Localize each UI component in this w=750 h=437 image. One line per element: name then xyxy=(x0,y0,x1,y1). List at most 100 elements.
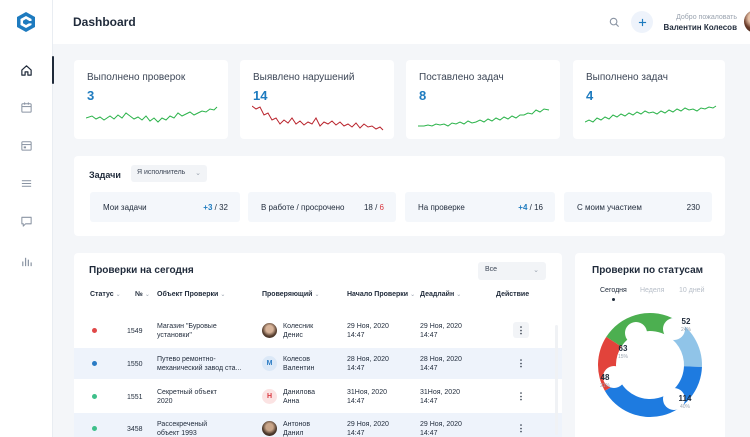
chat-icon xyxy=(21,216,32,227)
task-tile-my-tasks[interactable]: Мои задачи +3 / 32 xyxy=(90,192,240,222)
status-chart-title: Проверки по статусам xyxy=(592,265,704,276)
tasks-title: Задачи xyxy=(89,170,121,180)
task-tile-label: В работе / просрочено xyxy=(261,203,345,212)
active-tab-indicator xyxy=(612,298,615,301)
reviewer-avatar: Н xyxy=(262,389,277,404)
top-header: Dashboard Добро пожаловать Валентин Коле… xyxy=(53,0,750,44)
column-header-action: Действие xyxy=(496,291,530,298)
sidebar-item-messages[interactable] xyxy=(0,203,53,239)
stat-label: Выявлено нарушений xyxy=(253,72,355,83)
stat-card-completed-checks[interactable]: Выполнено проверок 3 xyxy=(74,60,228,139)
row-object: Рассекреченый объект 1993 xyxy=(157,421,208,437)
row-deadline: 29 Ноя, 2020 14:47 xyxy=(420,421,462,437)
task-tile-count: 230 xyxy=(686,203,700,212)
user-avatar[interactable] xyxy=(744,10,750,33)
stat-label: Поставлено задач xyxy=(419,72,504,83)
page-title: Dashboard xyxy=(73,15,136,29)
row-deadline: 29 Ноя, 2020 14:47 xyxy=(420,323,462,339)
row-action-button[interactable]: ⋮ xyxy=(513,388,529,404)
table-row[interactable]: 1549 Магазин "Буровые установки" Колесник… xyxy=(74,315,562,346)
status-dot xyxy=(92,394,97,399)
search-icon xyxy=(609,17,619,27)
row-start: 31Ноя, 2020 14:47 xyxy=(347,389,387,405)
sidebar-item-calendar[interactable] xyxy=(0,89,53,125)
reviewer-avatar xyxy=(262,421,277,436)
welcome-text: Добро пожаловать xyxy=(676,14,737,21)
column-header-reviewer[interactable]: Проверяющий ⌄ xyxy=(262,291,319,298)
checks-today-panel: Проверки на сегодня Все ⌄ Статус ⌄ № ⌄ Объ… xyxy=(74,253,562,437)
task-tile-label: Мои задачи xyxy=(103,203,147,212)
plus-icon xyxy=(638,18,646,26)
sparkline-chart xyxy=(585,105,717,123)
sidebar-item-list[interactable] xyxy=(0,165,53,201)
row-number: 1550 xyxy=(127,361,143,368)
column-header-number[interactable]: № ⌄ xyxy=(135,291,150,298)
stat-card-assigned-tasks[interactable]: Поставлено задач 8 xyxy=(406,60,560,139)
sparkline-chart xyxy=(418,108,550,127)
tab-week[interactable]: Неделя xyxy=(640,287,664,294)
table-row[interactable]: 1551 Секретный объект 2020 Н Данилова Анна… xyxy=(74,381,562,412)
row-reviewer: Колесник Денис xyxy=(283,323,314,339)
task-tile-review[interactable]: На проверке +4 / 16 xyxy=(405,192,555,222)
sidebar-item-reports[interactable] xyxy=(0,243,53,279)
stat-card-completed-tasks[interactable]: Выполнено задач 4 xyxy=(573,60,725,139)
label-bubble-0 xyxy=(625,322,647,344)
segment-pct-light-blue: 24% xyxy=(680,327,691,333)
row-object: Магазин "Буровые установки" xyxy=(157,323,217,339)
task-tile-in-progress[interactable]: В работе / просрочено 18 / 6 xyxy=(248,192,396,222)
task-tile-label: На проверке xyxy=(418,203,465,212)
status-chart-panel: Проверки по статусам Сегодня Неделя 10 д… xyxy=(575,253,725,437)
row-number: 1549 xyxy=(127,328,143,335)
reviewer-avatar xyxy=(262,323,277,338)
row-number: 3458 xyxy=(127,426,143,433)
table-row[interactable]: 1550 Путево ремонтно-механический завод … xyxy=(74,348,562,379)
status-dot xyxy=(92,328,97,333)
segment-value-green: 63 xyxy=(618,344,628,353)
column-header-deadline[interactable]: Деадлайн ⌄ xyxy=(420,291,461,298)
column-header-object[interactable]: Объект Проверки ⌄ xyxy=(157,291,225,298)
checks-filter-value: Все xyxy=(485,266,498,273)
calendar-check-icon xyxy=(21,140,32,151)
checks-filter-select[interactable]: Все ⌄ xyxy=(478,262,546,280)
segment-pct-red: 21% xyxy=(599,383,610,389)
app-logo[interactable] xyxy=(15,11,37,33)
row-object: Секретный объект 2020 xyxy=(157,389,217,405)
segment-value-red: 48 xyxy=(600,373,610,382)
menu-lines-icon xyxy=(21,179,32,187)
chevron-down-icon: ⌄ xyxy=(195,170,201,177)
row-action-button[interactable]: ⋮ xyxy=(513,322,529,338)
search-button[interactable] xyxy=(605,13,623,31)
calendar-icon xyxy=(21,101,32,113)
sparkline-chart xyxy=(252,105,384,131)
sidebar-item-schedule[interactable] xyxy=(0,127,53,163)
column-header-start[interactable]: Начало Проверки ⌄ xyxy=(347,291,415,298)
bar-chart-icon xyxy=(22,257,32,266)
task-tile-count: +4 / 16 xyxy=(518,203,543,212)
tasks-filter-select[interactable]: Я исполнитель ⌄ xyxy=(131,165,207,182)
row-reviewer: Колесов Валентин xyxy=(283,356,315,372)
task-tile-label: С моим участием xyxy=(577,203,642,212)
segment-value-light-blue: 52 xyxy=(681,317,691,326)
sidebar xyxy=(0,0,54,437)
tab-10-days[interactable]: 10 дней xyxy=(679,287,704,294)
tab-today[interactable]: Сегодня xyxy=(600,287,627,294)
row-start: 29 Ноя, 2020 14:47 xyxy=(347,323,389,339)
table-scrollbar[interactable] xyxy=(555,325,558,435)
segment-pct-green: 15% xyxy=(617,354,628,360)
stat-card-violations[interactable]: Выявлено нарушений 14 xyxy=(240,60,394,139)
row-action-button[interactable]: ⋮ xyxy=(513,420,529,436)
row-deadline: 28 Ноя, 2020 14:47 xyxy=(420,356,462,372)
user-name[interactable]: Валентин Колесов xyxy=(653,23,737,32)
home-icon xyxy=(21,64,32,76)
task-tile-count: +3 / 32 xyxy=(203,203,228,212)
tasks-panel: Задачи Я исполнитель ⌄ Мои задачи +3 / 3… xyxy=(74,156,725,236)
sidebar-item-home[interactable] xyxy=(0,52,54,88)
add-button[interactable] xyxy=(631,11,653,33)
column-header-status[interactable]: Статус ⌄ xyxy=(90,291,121,298)
table-row[interactable]: 3458 Рассекреченый объект 1993 Антонов Дан… xyxy=(74,413,562,437)
row-reviewer: Антонов Данил xyxy=(283,421,311,437)
task-tile-participating[interactable]: С моим участием 230 xyxy=(564,192,712,222)
task-tile-count: 18 / 6 xyxy=(363,203,384,212)
row-action-button[interactable]: ⋮ xyxy=(513,355,529,371)
checks-title: Проверки на сегодня xyxy=(89,265,194,276)
